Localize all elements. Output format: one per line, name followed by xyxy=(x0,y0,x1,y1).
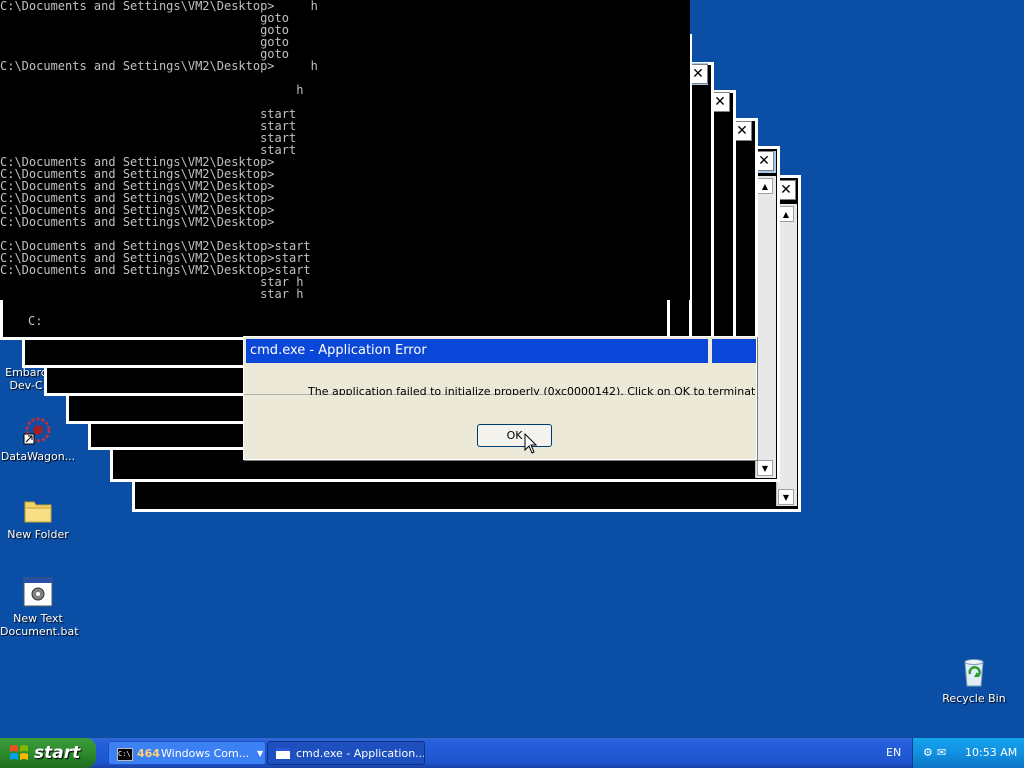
desktop-icon-new-folder[interactable]: New Folder xyxy=(0,496,76,541)
mouse-cursor-icon xyxy=(524,433,538,454)
datawagon-label: DataWagon... xyxy=(0,450,76,463)
language-indicator[interactable]: EN xyxy=(886,738,901,768)
console-7-scroll-down[interactable]: ▼ xyxy=(757,460,773,476)
chevron-down-icon: ▼ xyxy=(257,749,264,758)
console-7-scrollbar[interactable] xyxy=(755,176,776,478)
console-7-scroll-up[interactable]: ▲ xyxy=(757,178,773,194)
tray-speaker-icon[interactable]: ⚙ xyxy=(923,746,935,760)
error-dialog: cmd.exe - Application Error The applicat… xyxy=(243,336,757,460)
dialog-message: The application failed to initialize pro… xyxy=(308,385,756,395)
tray-network-icon[interactable]: ✉ xyxy=(937,746,949,760)
new-text-bat-label: New Text Document.bat xyxy=(0,612,79,638)
dialog-title-extension xyxy=(712,339,756,363)
console-8-scroll-down[interactable]: ▼ xyxy=(778,489,794,505)
cmd-icon: C:\ xyxy=(117,748,133,761)
window-icon xyxy=(276,748,290,759)
new-folder-label: New Folder xyxy=(7,528,69,541)
start-label: start xyxy=(34,743,81,763)
console-8-scroll-up[interactable]: ▲ xyxy=(778,206,794,222)
ok-button[interactable]: OK xyxy=(477,424,552,447)
clock[interactable]: 10:53 AM xyxy=(965,738,1017,768)
start-button[interactable]: start xyxy=(0,738,96,768)
taskbar: start C:\ 464 Windows Com... ▼ cmd.exe -… xyxy=(0,738,1024,768)
datawagon-icon xyxy=(23,417,51,445)
taskbar-item-cmd-error[interactable]: cmd.exe - Application... xyxy=(267,741,425,765)
system-tray: ⚙ ✉ 10:53 AM xyxy=(912,738,1024,768)
task-label: cmd.exe - Application... xyxy=(296,747,425,760)
desktop-icon-recycle-bin[interactable]: Recycle Bin xyxy=(936,656,1012,705)
console-window-main[interactable]: C:\Documents and Settings\VM2\Desktop> h… xyxy=(0,0,690,300)
taskbar-group-windows-command[interactable]: C:\ 464 Windows Com... ▼ xyxy=(108,741,266,765)
task-label: Windows Com... xyxy=(161,747,250,760)
batch-file-icon xyxy=(23,577,53,607)
dialog-title: cmd.exe - Application Error xyxy=(246,339,708,363)
console-fragment: C: xyxy=(22,306,48,334)
console-output: C:\Documents and Settings\VM2\Desktop> h… xyxy=(0,0,318,301)
desktop: Embarc Dev-C DataWagon... New Folder New… xyxy=(0,0,1024,738)
embarcadero-label: Embarc Dev-C xyxy=(5,366,47,392)
desktop-icon-new-text-bat[interactable]: New Text Document.bat xyxy=(0,576,79,638)
windows-logo-icon xyxy=(10,745,28,760)
recycle-bin-icon xyxy=(964,659,984,687)
task-count: 464 xyxy=(137,747,160,760)
folder-icon xyxy=(24,501,52,523)
recycle-bin-label: Recycle Bin xyxy=(942,692,1006,705)
desktop-icon-datawagon[interactable]: DataWagon... xyxy=(0,414,76,463)
